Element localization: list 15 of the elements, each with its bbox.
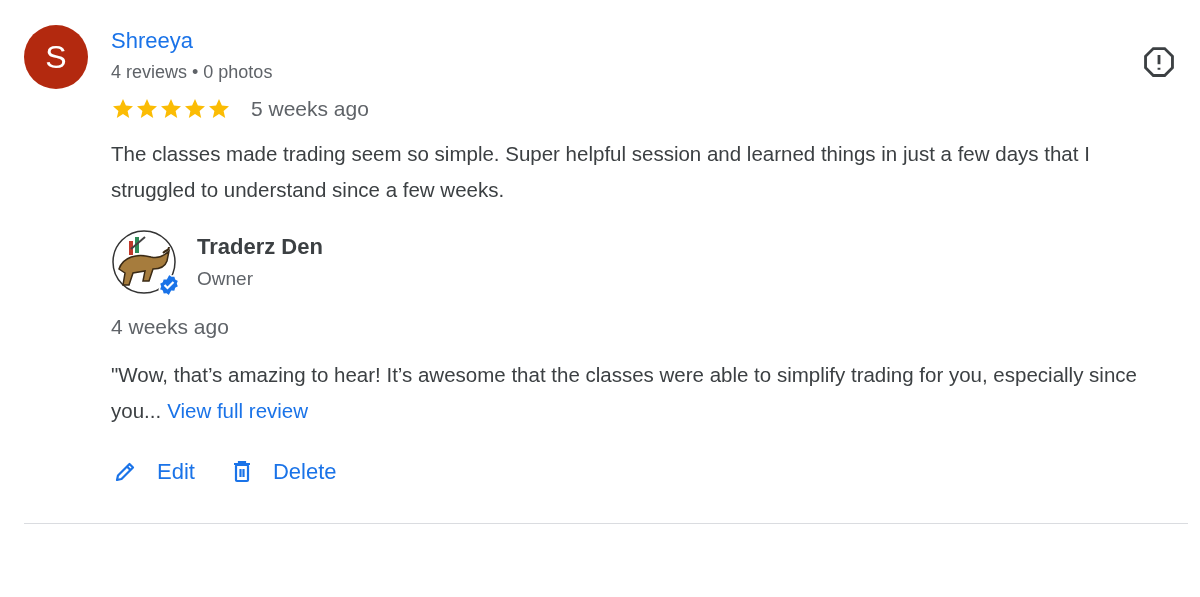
owner-label: Owner xyxy=(197,268,253,290)
review-time: 5 weeks ago xyxy=(251,97,369,121)
avatar[interactable]: S xyxy=(24,25,88,89)
owner-name: Traderz Den xyxy=(197,234,323,260)
report-icon[interactable] xyxy=(1142,45,1176,79)
owner-logo xyxy=(111,229,177,295)
edit-button[interactable]: Edit xyxy=(109,453,199,491)
reviewer-name[interactable]: Shreeya xyxy=(111,28,193,54)
review-text: The classes made trading seem so simple. Super helpful session and learned things in just a few days that I struggled to understand since a few weeks. xyxy=(111,141,1091,203)
reply-time: 4 weeks ago xyxy=(111,315,229,339)
view-full-review-link[interactable]: View full review xyxy=(167,399,309,422)
pencil-icon xyxy=(113,460,137,484)
delete-button[interactable]: Delete xyxy=(226,453,341,491)
reply-text: "Wow, that’s amazing to hear! It’s awesome that the classes were able to simplify trading for you, especially since you... View full review xyxy=(111,362,1138,424)
reviewer-stats: 4 reviews • 0 photos xyxy=(111,62,273,83)
